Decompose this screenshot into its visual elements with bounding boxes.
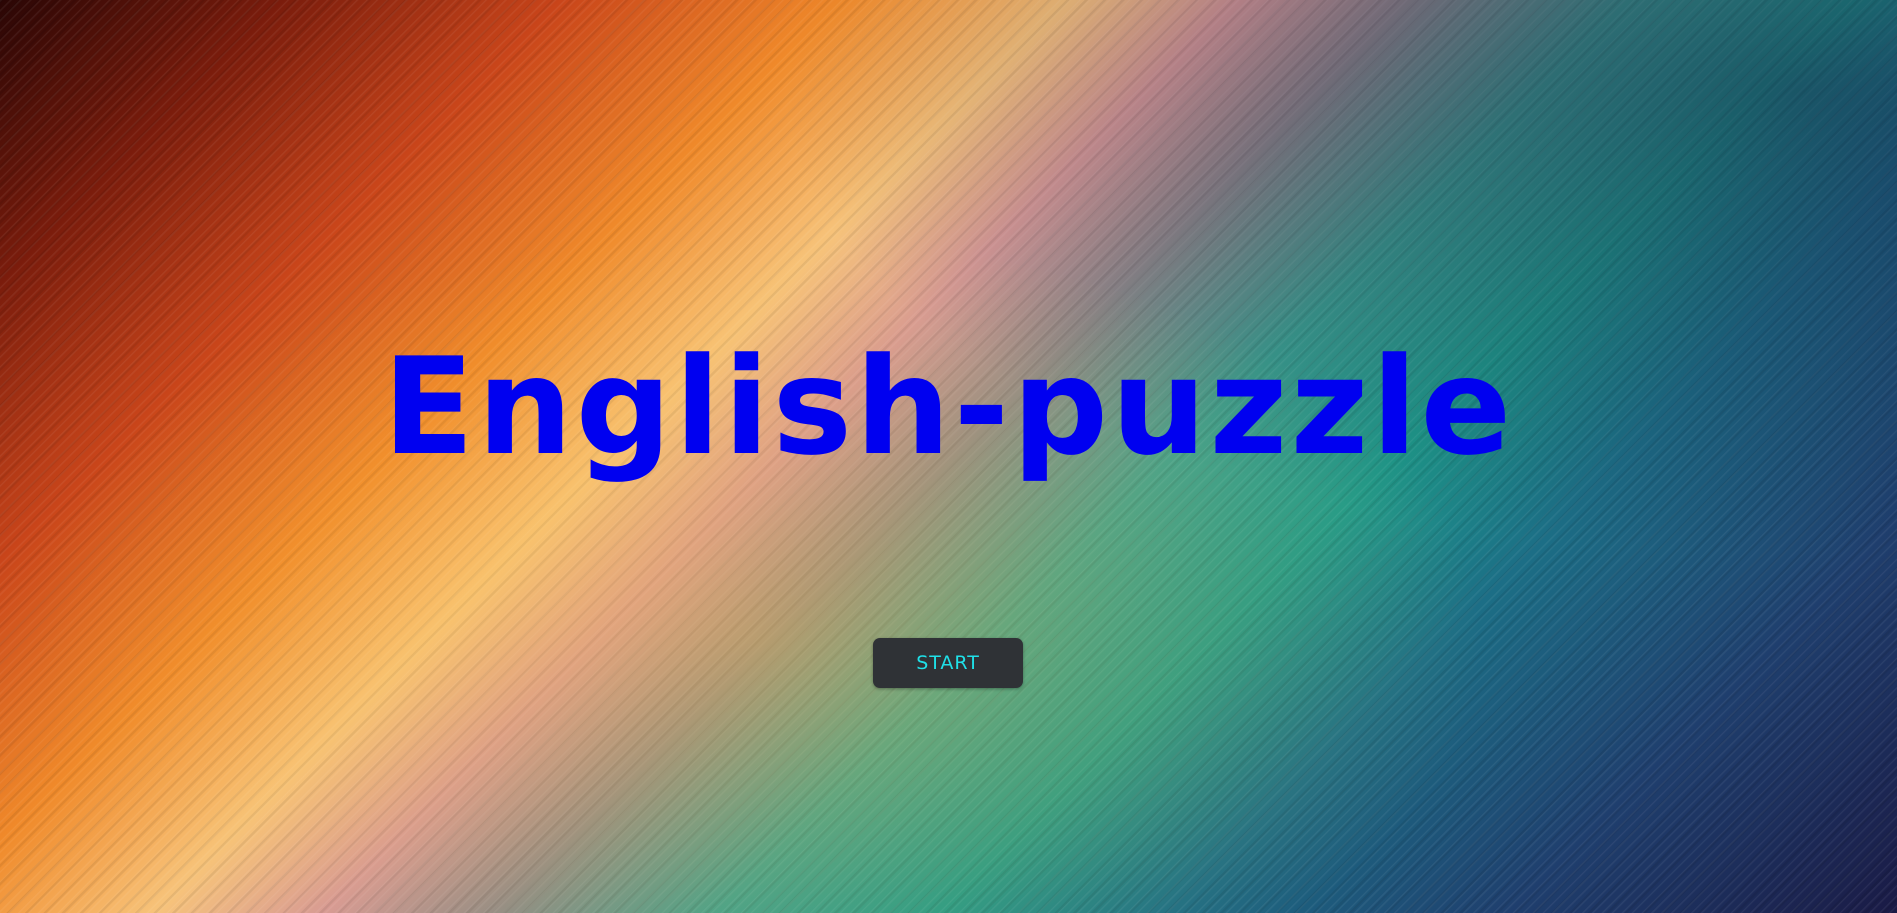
start-button[interactable]: START — [873, 638, 1023, 688]
game-title: English-puzzle — [382, 329, 1515, 485]
